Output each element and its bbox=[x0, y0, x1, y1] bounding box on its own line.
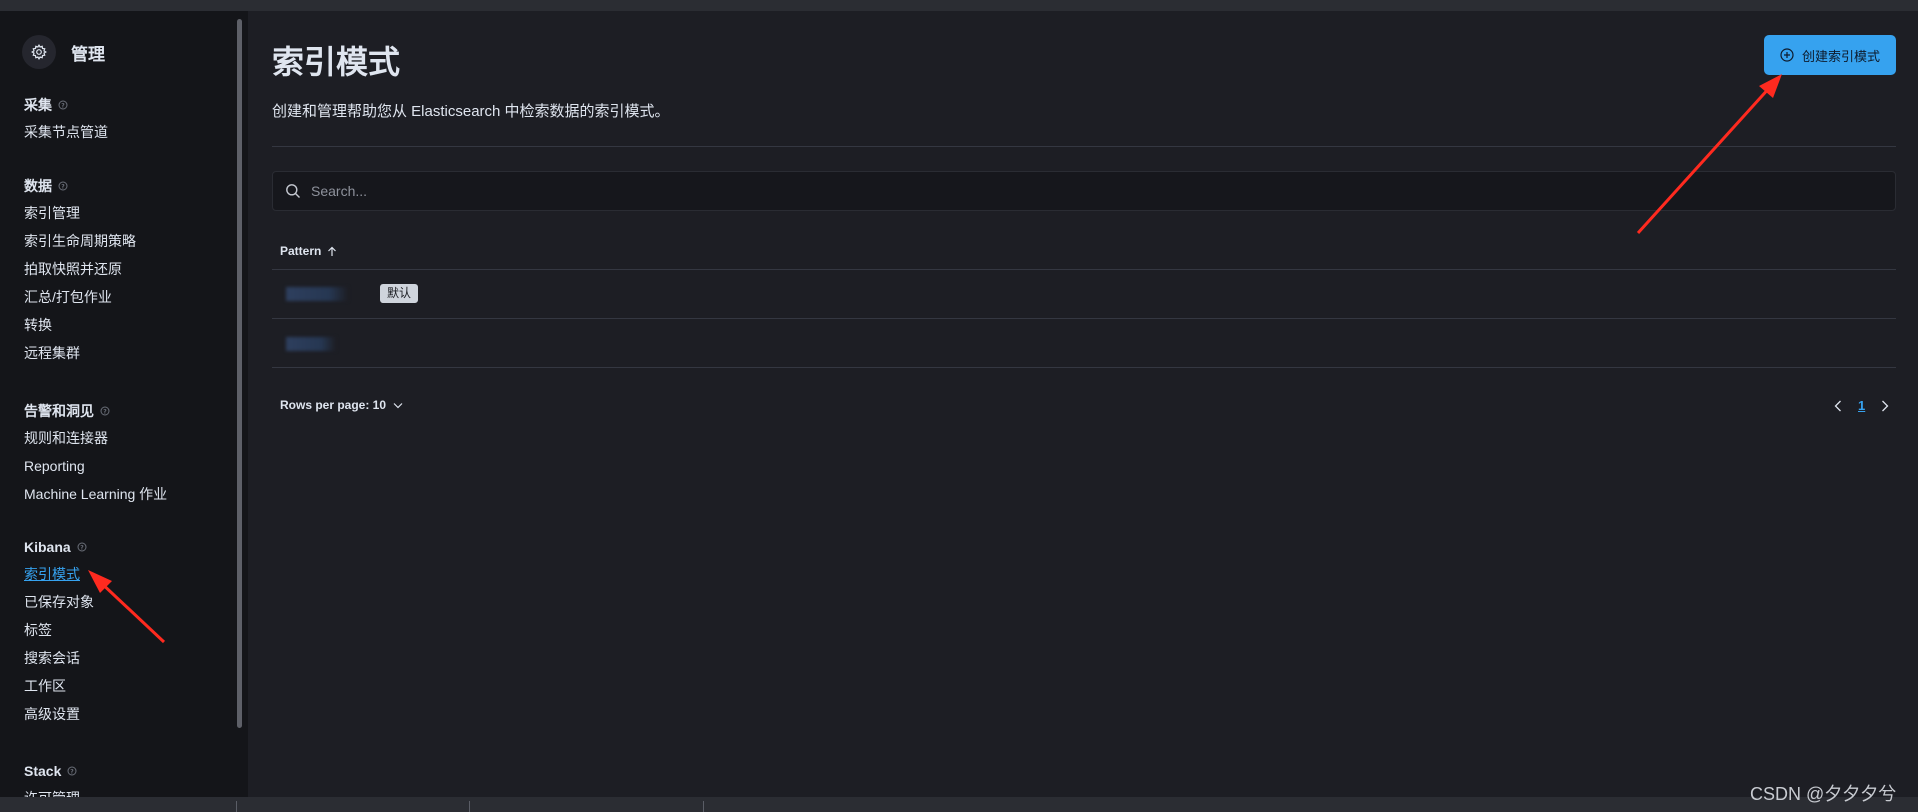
nav-group-data: 数据 ? 索引管理 索引生命周期策略 拍取快照并还原 汇总/打包作业 转换 远程… bbox=[24, 176, 136, 367]
sidebar-scrollbar[interactable] bbox=[237, 19, 242, 728]
svg-text:?: ? bbox=[103, 408, 107, 415]
row-divider bbox=[272, 367, 1896, 368]
sidebar-item-ingest-pipelines[interactable]: 采集节点管道 bbox=[24, 118, 108, 146]
sidebar-item-rules-connectors[interactable]: 规则和连接器 bbox=[24, 424, 167, 452]
nav-group-title: 采集 bbox=[24, 97, 52, 113]
plus-circle-icon bbox=[1780, 48, 1802, 62]
nav-group-ingest: 采集 ? 采集节点管道 bbox=[24, 95, 108, 146]
row-divider bbox=[272, 318, 1896, 319]
sidebar-item-snapshot-restore[interactable]: 拍取快照并还原 bbox=[24, 255, 136, 283]
header-divider bbox=[272, 146, 1896, 147]
pagination: 1 bbox=[1834, 398, 1889, 413]
create-button-label: 创建索引模式 bbox=[1801, 48, 1880, 64]
rows-per-page-label: Rows per page: 10 bbox=[280, 398, 387, 412]
sidebar-item-reporting[interactable]: Reporting bbox=[24, 452, 167, 480]
sidebar-item-index-patterns[interactable]: 索引模式 bbox=[24, 560, 94, 588]
sidebar-item-index-management[interactable]: 索引管理 bbox=[24, 199, 136, 227]
nav-group-stack: Stack ? 许可管理 bbox=[24, 761, 80, 797]
sidebar-item-ilm-policies[interactable]: 索引生命周期策略 bbox=[24, 227, 136, 255]
chevron-right-icon[interactable] bbox=[1881, 400, 1889, 412]
chevron-down-icon bbox=[386, 402, 403, 409]
sidebar-item-tags[interactable]: 标签 bbox=[24, 616, 94, 644]
help-icon: ? bbox=[77, 542, 87, 552]
sidebar-header: 管理 bbox=[22, 35, 105, 69]
page-description: 创建和管理帮助您从 Elasticsearch 中检索数据的索引模式。 bbox=[272, 103, 670, 120]
search-bar[interactable] bbox=[272, 171, 1896, 211]
svg-text:?: ? bbox=[80, 544, 84, 551]
chevron-left-icon[interactable] bbox=[1834, 400, 1842, 412]
redacted-pattern-name[interactable] bbox=[286, 337, 336, 351]
nav-group-kibana: Kibana ? 索引模式 已保存对象 标签 搜索会话 工作区 高级设置 bbox=[24, 537, 94, 728]
nav-group-title: Stack bbox=[24, 763, 62, 779]
nav-group-title: 告警和洞见 bbox=[24, 403, 94, 419]
main-content: 索引模式 创建和管理帮助您从 Elasticsearch 中检索数据的索引模式。… bbox=[248, 11, 1918, 797]
sidebar-item-license-management[interactable]: 许可管理 bbox=[24, 784, 80, 797]
window-top-bar bbox=[0, 0, 1918, 11]
table-header-divider bbox=[272, 269, 1896, 270]
nav-group-alerts-insights: 告警和洞见 ? 规则和连接器 Reporting Machine Learnin… bbox=[24, 401, 167, 508]
rows-per-page-select[interactable]: Rows per page: 10 bbox=[280, 398, 403, 412]
help-icon: ? bbox=[58, 100, 68, 110]
window-bottom-bar bbox=[0, 797, 1918, 812]
sort-ascending-icon bbox=[321, 246, 337, 257]
sidebar-item-spaces[interactable]: 工作区 bbox=[24, 672, 94, 700]
sidebar-item-advanced-settings[interactable]: 高级设置 bbox=[24, 700, 94, 728]
default-badge: 默认 bbox=[380, 284, 419, 303]
page-title: 索引模式 bbox=[272, 44, 401, 80]
nav-group-title: Kibana bbox=[24, 539, 71, 555]
sidebar-item-remote-clusters[interactable]: 远程集群 bbox=[24, 339, 136, 367]
sidebar-item-ml-jobs[interactable]: Machine Learning 作业 bbox=[24, 480, 167, 508]
column-header-label: Pattern bbox=[280, 244, 322, 258]
svg-text:?: ? bbox=[61, 183, 65, 190]
svg-text:?: ? bbox=[61, 102, 65, 109]
svg-text:?: ? bbox=[71, 768, 75, 775]
help-icon: ? bbox=[58, 181, 68, 191]
gear-icon bbox=[22, 35, 56, 69]
sidebar-item-transforms[interactable]: 转换 bbox=[24, 311, 136, 339]
pattern-column-header[interactable]: Pattern bbox=[280, 244, 337, 258]
sidebar-item-rollup-jobs[interactable]: 汇总/打包作业 bbox=[24, 283, 136, 311]
nav-group-title: 数据 bbox=[24, 178, 52, 194]
search-input[interactable] bbox=[311, 183, 1811, 199]
help-icon: ? bbox=[67, 766, 77, 776]
redacted-pattern-name[interactable] bbox=[286, 287, 348, 301]
search-icon bbox=[285, 183, 301, 199]
sidebar: 管理 采集 ? 采集节点管道 数据 ? 索引管理 索引生命周期策略 拍取快照并还… bbox=[0, 11, 248, 797]
sidebar-item-search-sessions[interactable]: 搜索会话 bbox=[24, 644, 94, 672]
help-icon: ? bbox=[100, 406, 110, 416]
page-number-current[interactable]: 1 bbox=[1858, 398, 1865, 413]
sidebar-title: 管理 bbox=[71, 44, 105, 64]
watermark: CSDN @夕夕夕兮 bbox=[1750, 784, 1897, 804]
sidebar-item-saved-objects[interactable]: 已保存对象 bbox=[24, 588, 94, 616]
create-index-pattern-button[interactable]: 创建索引模式 bbox=[1764, 35, 1896, 75]
